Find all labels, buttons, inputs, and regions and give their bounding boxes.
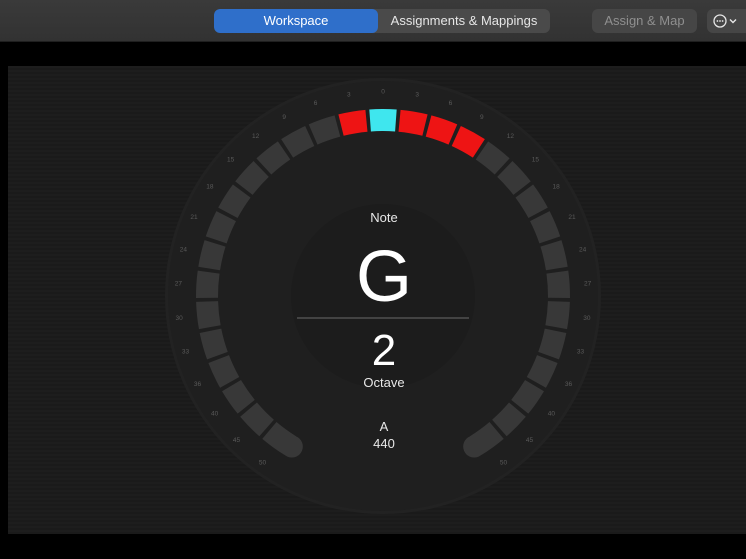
top-black-strip [0,42,746,66]
scale-label-left-50: 50 [259,459,267,466]
scale-label-left-3: 3 [347,91,351,98]
note-value: G [355,237,412,317]
octave-label: Octave [363,375,405,390]
assign-map-button[interactable]: Assign & Map [592,9,697,33]
scale-label-right-15: 15 [532,156,540,163]
ellipsis-circle-icon [713,14,737,28]
scale-label-left-36: 36 [194,381,202,388]
bottom-black-strip [0,534,746,559]
more-options-button[interactable] [707,9,746,33]
scale-label-left-9: 9 [282,114,286,121]
scale-label-right-21: 21 [568,214,576,221]
scale-label-left-27: 27 [175,281,183,288]
scale-label-left-21: 21 [190,214,198,221]
scale-label-left-33: 33 [182,349,190,356]
scale-label-right-50: 50 [500,459,508,466]
scale-label-right-24: 24 [579,247,587,254]
segment-left-30 [196,301,221,330]
scale-label-right-45: 45 [526,437,534,444]
ring-end-cap-left [280,435,303,458]
tab-assignments-mappings[interactable]: Assignments & Mappings [378,9,550,33]
note-label: Note [370,210,398,225]
segment-right-27 [546,270,570,298]
scale-label-right-36: 36 [565,381,573,388]
scale-label-right-3: 3 [415,91,419,98]
scale-label-left-40: 40 [211,410,219,417]
reference-frequency: 440 [373,436,395,451]
scale-label-left-15: 15 [227,156,235,163]
scale-label-right-6: 6 [449,100,453,107]
octave-value: 2 [371,326,397,375]
segment-left-3 [338,109,368,136]
reference-note: A [379,419,389,434]
tab-workspace[interactable]: Workspace [214,9,378,33]
scale-label-left-6: 6 [314,100,318,107]
scale-label-center: 0 [381,89,385,96]
scale-label-left-45: 45 [233,437,241,444]
left-edge [0,66,8,534]
scale-label-left-24: 24 [180,247,188,254]
scale-label-right-33: 33 [577,349,585,356]
view-segmented-control: Workspace Assignments & Mappings [214,9,550,33]
scale-label-right-30: 30 [583,315,591,322]
scale-label-right-40: 40 [548,410,556,417]
chevron-down-icon [729,19,737,24]
toolbar: Workspace Assignments & Mappings Assign … [0,0,746,42]
segment-right-3 [398,109,428,136]
scale-label-right-18: 18 [552,184,560,191]
scale-label-right-9: 9 [480,114,484,121]
scale-label-right-12: 12 [507,133,515,140]
segment-left-27 [195,270,220,298]
scale-label-right-27: 27 [584,281,592,288]
scale-label-left-18: 18 [206,184,214,191]
ring-end-cap-right [463,435,486,458]
segment-center [369,109,397,132]
segment-right-30 [545,301,570,330]
scale-label-left-12: 12 [252,133,260,140]
scale-label-left-30: 30 [176,315,184,322]
